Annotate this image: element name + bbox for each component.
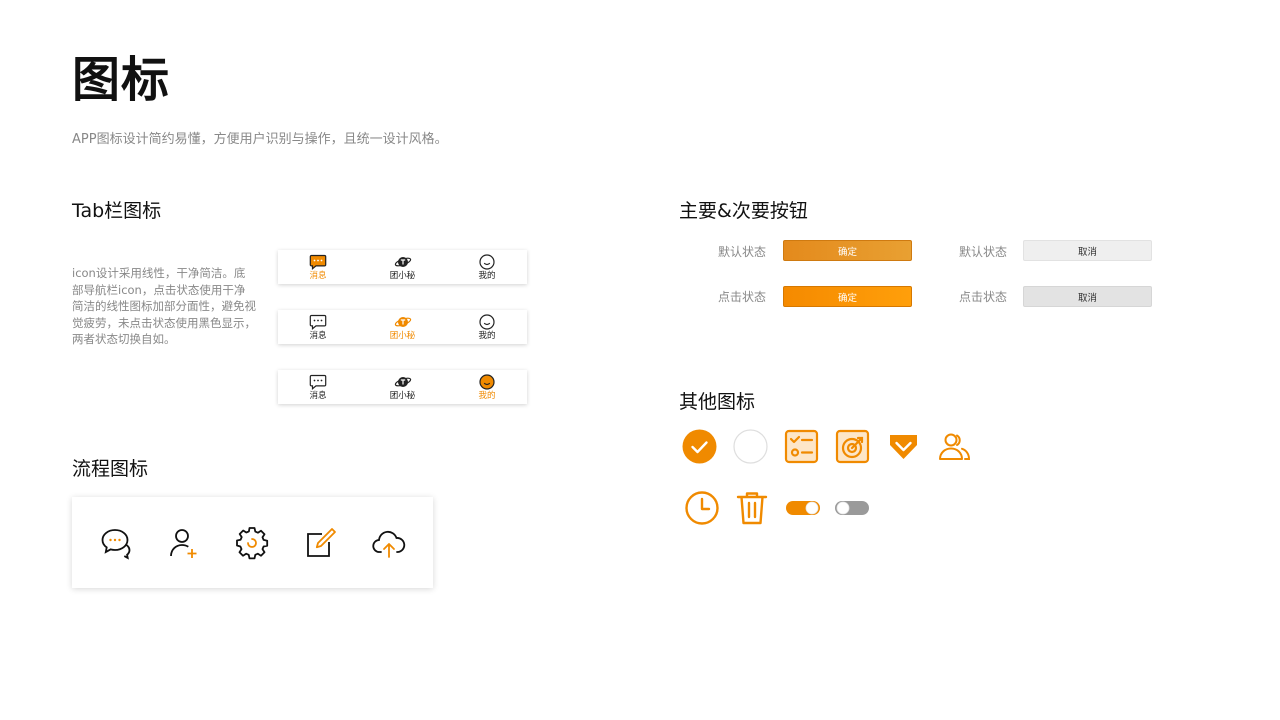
page-subtitle: APP图标设计简约易懂，方便用户识别与操作，且统一设计风格。 — [72, 132, 448, 147]
other-section-title: 其他图标 — [679, 391, 756, 413]
edit-icon — [306, 527, 336, 557]
add-user-icon — [170, 528, 197, 558]
primary-button-pressed[interactable]: 确定 — [783, 286, 912, 307]
tabbar-state-messages: 消息 团小秘 我的 — [278, 250, 527, 284]
smile-face-icon — [479, 314, 495, 330]
primary-default-label: 默认状态 — [718, 245, 767, 259]
empty-circle-icon[interactable] — [733, 429, 768, 464]
tab-profile[interactable]: 我的 — [462, 253, 512, 281]
planet-icon — [394, 257, 411, 267]
secondary-press-label: 点击状态 — [959, 290, 1008, 304]
tab-assistant[interactable]: 团小秘 — [378, 373, 428, 401]
tab-label: 我的 — [478, 331, 496, 341]
diamond-check-icon — [890, 435, 917, 459]
smile-face-icon — [479, 254, 495, 270]
tab-label: 我的 — [478, 391, 496, 401]
tabbar-state-assistant: 消息 团小秘 我的 — [278, 310, 527, 344]
check-circle-icon[interactable] — [682, 429, 717, 464]
tab-profile[interactable]: 我的 — [462, 373, 512, 401]
chat-bubbles-icon — [101, 528, 131, 560]
message-icon — [309, 374, 327, 390]
tab-messages[interactable]: 消息 — [293, 313, 343, 341]
tab-label: 团小秘 — [389, 271, 416, 281]
flow-section-title: 流程图标 — [72, 458, 149, 480]
primary-press-label: 点击状态 — [718, 290, 767, 304]
planet-icon — [394, 317, 411, 327]
tab-label: 消息 — [309, 271, 327, 281]
tab-section-title: Tab栏图标 — [72, 200, 162, 222]
checklist-icon — [784, 429, 819, 464]
secondary-default-label: 默认状态 — [959, 245, 1008, 259]
target-icon — [835, 429, 870, 464]
planet-icon — [394, 377, 411, 387]
clock-icon — [685, 491, 719, 525]
cloud-upload-icon — [372, 530, 406, 558]
tab-assistant[interactable]: 团小秘 — [378, 253, 428, 281]
trash-icon[interactable] — [734, 490, 770, 526]
page-title: 图标 — [72, 52, 171, 108]
message-icon — [309, 314, 327, 330]
tabbar-state-profile: 消息 团小秘 我的 — [278, 370, 527, 404]
smile-face-icon — [479, 374, 495, 390]
buttons-section-title: 主要&次要按钮 — [679, 200, 808, 222]
tab-section-description: icon设计采用线性，干净简洁。底部导航栏icon，点击状态使用干净简洁的线性图… — [72, 266, 256, 346]
tab-messages[interactable]: 消息 — [293, 253, 343, 281]
secondary-button-default[interactable]: 取消 — [1023, 240, 1152, 261]
secondary-button-pressed[interactable]: 取消 — [1023, 286, 1152, 307]
toggle-off-icon[interactable] — [834, 499, 870, 517]
gear-icon — [236, 526, 269, 559]
tab-label: 团小秘 — [389, 391, 416, 401]
tab-messages[interactable]: 消息 — [293, 373, 343, 401]
users-icon — [939, 433, 971, 460]
flow-icons-card — [72, 497, 433, 588]
toggle-on-icon[interactable] — [785, 499, 821, 517]
primary-button-default[interactable]: 确定 — [783, 240, 912, 261]
tab-profile[interactable]: 我的 — [462, 313, 512, 341]
message-icon — [309, 254, 327, 270]
tab-label: 团小秘 — [389, 331, 416, 341]
tab-label: 消息 — [309, 391, 327, 401]
tab-label: 我的 — [478, 271, 496, 281]
tab-assistant[interactable]: 团小秘 — [378, 313, 428, 341]
tab-label: 消息 — [309, 331, 327, 341]
